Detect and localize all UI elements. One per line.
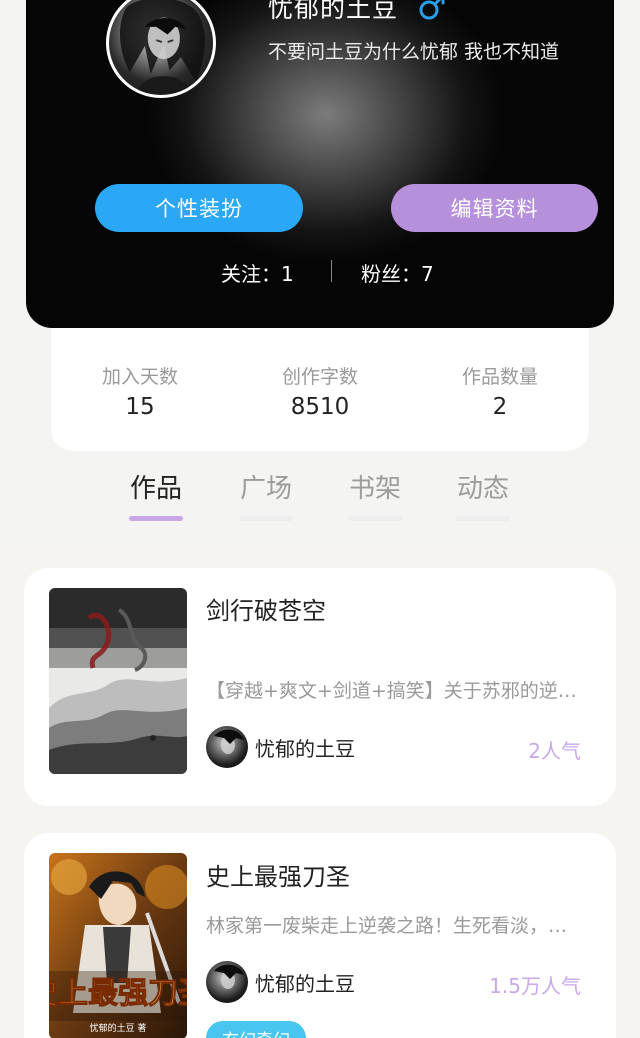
tab-activity[interactable]: 动态 (443, 468, 523, 521)
tab-label: 动态 (456, 474, 509, 504)
book-cover[interactable] (49, 588, 187, 774)
username: 忧郁的土豆 (268, 0, 399, 23)
tab-underline (456, 516, 510, 521)
author-avatar (206, 726, 248, 768)
tab-label: 广场 (239, 474, 292, 504)
author-avatar (206, 961, 248, 1003)
stat-works-count: 作品数量 2 (430, 362, 570, 420)
stat-label: 加入天数 (101, 366, 178, 388)
tab-bookshelf[interactable]: 书架 (335, 468, 415, 521)
stat-days-joined: 加入天数 15 (70, 362, 210, 420)
stat-label: 创作字数 (281, 366, 358, 388)
content-tabs: 作品 广场 书架 动态 (0, 468, 640, 528)
stat-value: 2 (492, 394, 508, 420)
outfit-button[interactable]: 个性装扮 (95, 184, 303, 232)
tab-square[interactable]: 广场 (226, 468, 306, 521)
avatar-art-icon (119, 0, 205, 94)
book-card[interactable]: 剑行破苍空 【穿越+爽文+剑道+搞笑】关于苏邪的逆天之路…… 忧郁的土豆 2人气 (24, 568, 616, 806)
profile-header-card: 忧郁的土豆 不要问土豆为什么忧郁 我也不知道 个性装扮 编辑资料 关注：1 粉丝… (26, 0, 614, 328)
edit-profile-button[interactable]: 编辑资料 (391, 184, 598, 232)
book-title[interactable]: 剑行破苍空 (206, 591, 326, 626)
username-row: 忧郁的土豆 (268, 0, 446, 24)
book-card[interactable]: 史上最强刀圣 忧郁的土豆 著 史上最强刀圣 林家第一废柴走上逆袭之路！生死看淡，… (24, 833, 616, 1038)
popularity-count: 1.5万人气 (489, 974, 581, 998)
swordsman-cover-icon: 史上最强刀圣 忧郁的土豆 著 (49, 853, 187, 1038)
book-cover[interactable]: 史上最强刀圣 忧郁的土豆 著 (49, 853, 187, 1038)
popularity-count: 2人气 (528, 739, 581, 763)
author-name: 忧郁的土豆 (255, 736, 355, 761)
follow-divider (331, 260, 332, 282)
follow-stats-row: 关注：1 粉丝：7 (26, 258, 614, 286)
profile-bio: 不要问土豆为什么忧郁 我也不知道 (268, 41, 560, 63)
following-count[interactable]: 关注：1 (221, 258, 294, 287)
stat-word-count: 创作字数 8510 (250, 362, 390, 420)
fans-count[interactable]: 粉丝：7 (361, 258, 434, 287)
book-description: 【穿越+爽文+剑道+搞笑】关于苏邪的逆天之路…… (206, 680, 586, 702)
book-author[interactable]: 忧郁的土豆 (206, 961, 355, 1003)
cover-title-text: 史上最强刀圣 (49, 976, 187, 1011)
stat-value: 15 (125, 394, 155, 420)
genre-tag[interactable]: 玄幻奇幻 (206, 1021, 306, 1038)
stat-label: 作品数量 (461, 366, 538, 388)
cover-author-text: 忧郁的土豆 著 (90, 1022, 147, 1034)
profile-avatar[interactable] (106, 0, 216, 98)
stat-value: 8510 (290, 394, 350, 420)
tab-underline (348, 516, 402, 521)
ink-landscape-cover-icon (49, 588, 187, 774)
book-author[interactable]: 忧郁的土豆 (206, 726, 355, 768)
book-description: 林家第一废柴走上逆袭之路！生死看淡，不服就干…… (206, 915, 586, 937)
tab-label: 书架 (348, 474, 401, 504)
stats-card: 加入天数 15 创作字数 8510 作品数量 2 (51, 328, 589, 451)
author-name: 忧郁的土豆 (255, 971, 355, 996)
male-symbol-icon (418, 0, 446, 21)
tab-underline (129, 516, 183, 521)
tab-underline (239, 516, 293, 521)
tab-works[interactable]: 作品 (116, 468, 196, 521)
book-title[interactable]: 史上最强刀圣 (206, 857, 350, 892)
tab-label: 作品 (129, 474, 182, 504)
